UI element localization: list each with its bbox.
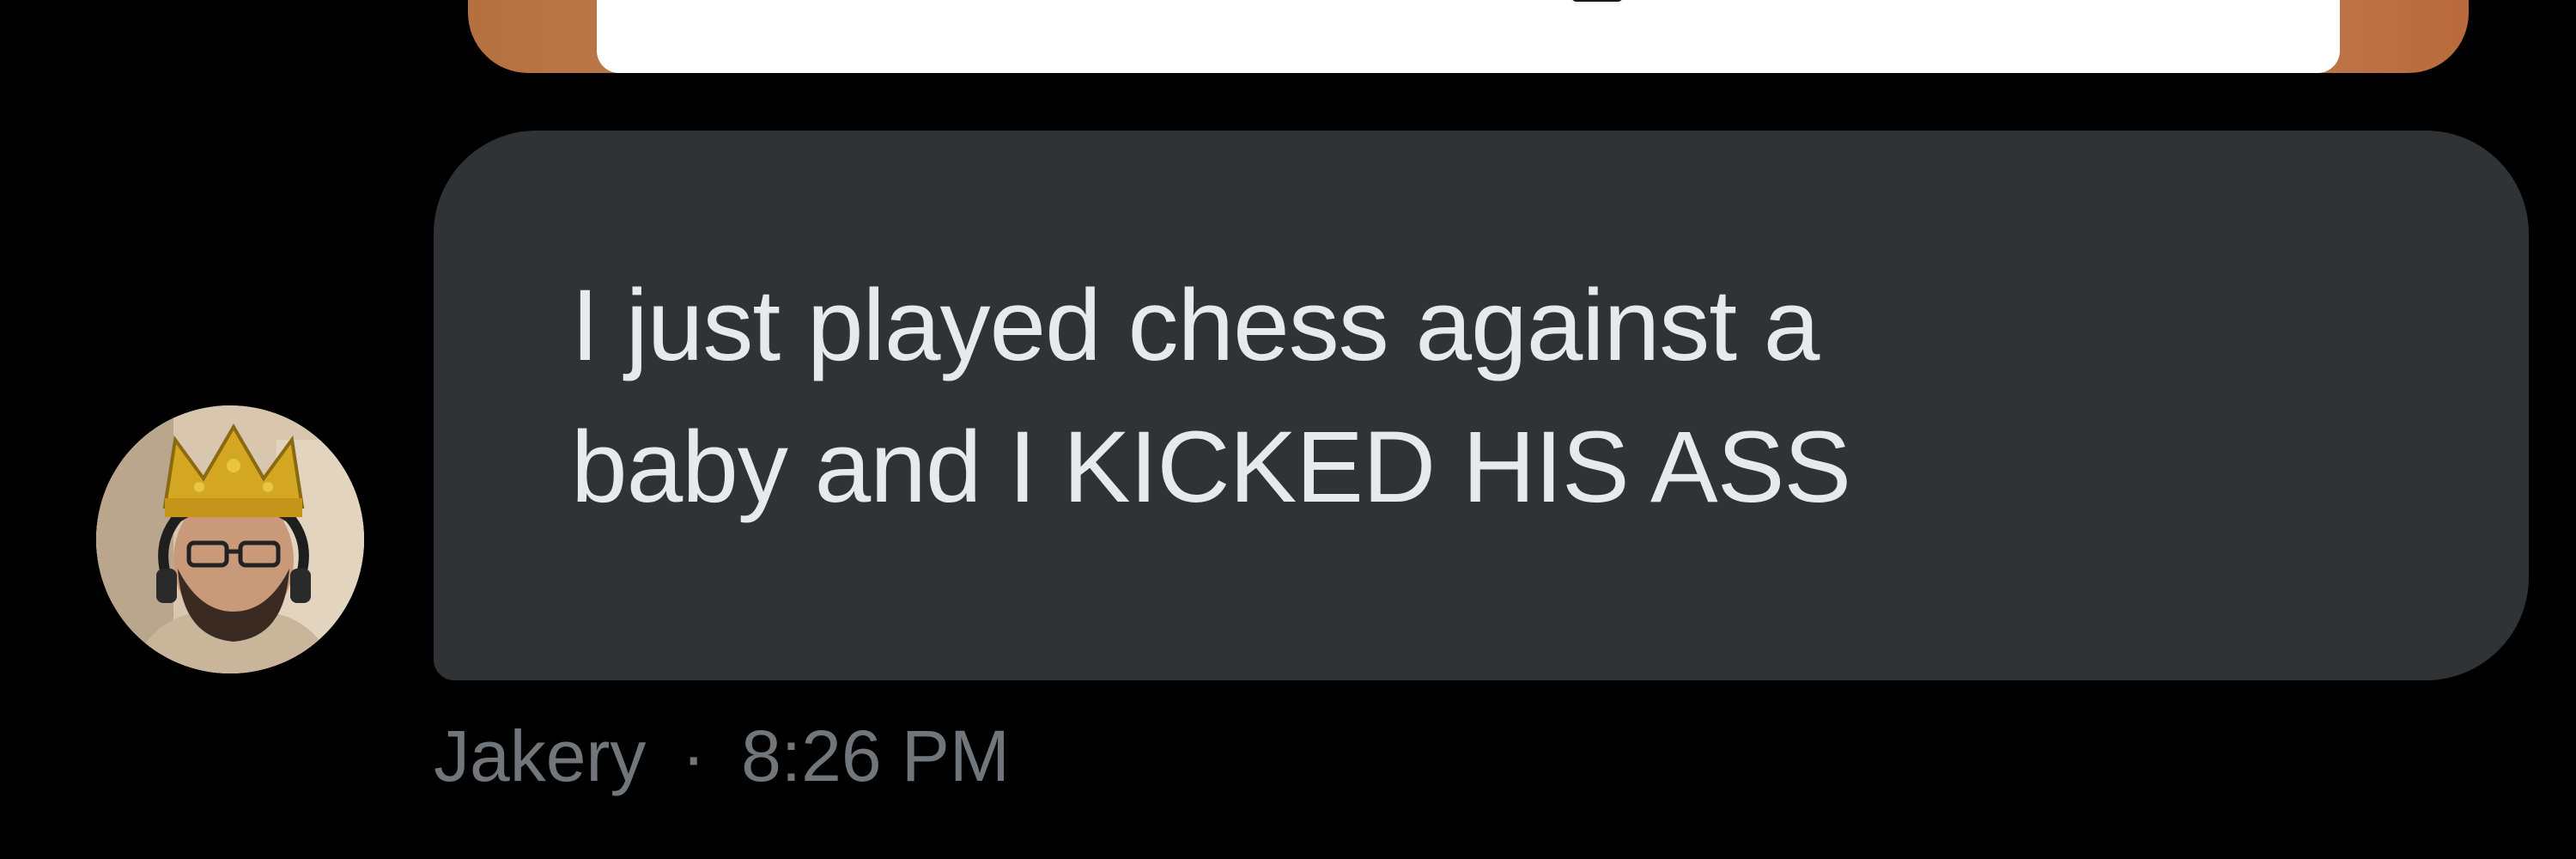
avatar-photo — [96, 405, 364, 673]
avatar[interactable] — [96, 405, 364, 673]
message-text: I just played chess against a baby and I… — [571, 269, 1851, 524]
meta-separator: · — [681, 716, 706, 796]
previous-message-image[interactable] — [468, 0, 2469, 73]
attachment-preview — [597, 0, 2340, 73]
message-meta: Jakery · 8:26 PM — [434, 713, 1010, 799]
sender-name[interactable]: Jakery — [434, 716, 646, 796]
image-icon — [1571, 0, 1623, 2]
message-timestamp: 8:26 PM — [741, 716, 1010, 796]
message-bubble[interactable]: I just played chess against a baby and I… — [434, 131, 2529, 680]
